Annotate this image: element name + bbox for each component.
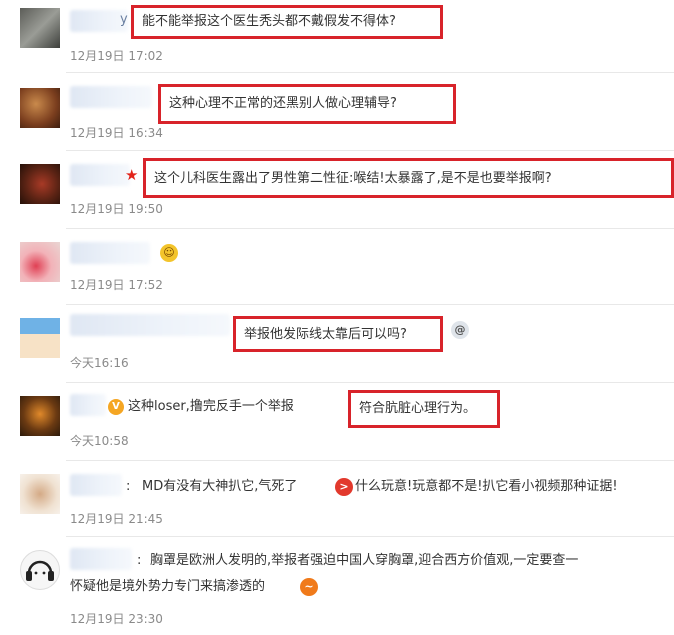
- avatar[interactable]: [20, 242, 60, 282]
- comment-item: ☺ 12月19日 17:52: [0, 228, 674, 304]
- comment-item: : MD有没有大神扒它,气死了 >< 什么玩意!玩意都不是!扒它看小视频那种证据…: [0, 460, 674, 536]
- avatar[interactable]: [20, 550, 60, 590]
- comment-text-highlighted: 符合肮脏心理行为。: [348, 390, 500, 428]
- username-suffix[interactable]: y: [120, 12, 128, 27]
- comment-text-line2: 怀疑他是境外势力专门来搞渗透的: [70, 579, 266, 594]
- smug-emoji-icon: ~: [300, 578, 318, 596]
- comment-text: 这种loser,撸完反手一个举报: [128, 399, 294, 414]
- comment-time: 12月19日 19:50: [70, 202, 163, 216]
- comment-text: MD有没有大神扒它,气死了: [142, 479, 298, 494]
- comment-time: 12月19日 21:45: [70, 512, 163, 526]
- username[interactable]: [70, 314, 230, 336]
- username[interactable]: [70, 86, 152, 108]
- comment-text-continued: 什么玩意!玩意都不是!扒它看小视频那种证据!: [355, 479, 618, 494]
- avatar[interactable]: [20, 396, 60, 436]
- dizzy-emoji-icon: @: [451, 321, 469, 339]
- avatar[interactable]: [20, 8, 60, 48]
- colon-separator: :: [126, 479, 131, 494]
- username[interactable]: [70, 548, 132, 570]
- comment-item: 举报他发际线太靠后可以吗? @ 今天16:16: [0, 304, 674, 382]
- comment-text-highlighted: 这个儿科医生露出了男性第二性征:喉结!太暴露了,是不是也要举报啊?: [143, 158, 674, 198]
- username[interactable]: [70, 164, 130, 186]
- verified-badge-icon: V: [108, 399, 124, 415]
- comment-item: 这种心理不正常的还黑别人做心理辅导? 12月19日 16:34: [0, 72, 674, 152]
- comment-text-highlighted: 能不能举报这个医生秃头都不戴假发不得体?: [131, 5, 443, 39]
- comment-item: V 这种loser,撸完反手一个举报 符合肮脏心理行为。 今天10:58: [0, 382, 674, 460]
- username[interactable]: [70, 394, 106, 416]
- comment-time: 12月19日 17:02: [70, 49, 163, 63]
- comment-item: : 胸罩是欧洲人发明的,举报者强迫中国人穿胸罩,迎合西方价值观,一定要查一 怀疑…: [0, 536, 674, 635]
- comment-time: 今天10:58: [70, 434, 129, 448]
- comment-item: ★ 这个儿科医生露出了男性第二性征:喉结!太暴露了,是不是也要举报啊? 12月1…: [0, 150, 674, 230]
- star-icon: ★: [125, 166, 139, 184]
- comment-text-highlighted: 这种心理不正常的还黑别人做心理辅导?: [158, 84, 456, 124]
- headphone-icon: [26, 560, 54, 581]
- angry-emoji-icon: ><: [335, 478, 353, 511]
- avatar[interactable]: [20, 474, 60, 514]
- comment-time: 12月19日 17:52: [70, 278, 163, 292]
- avatar[interactable]: [20, 88, 60, 128]
- comment-item: y 能不能举报这个医生秃头都不戴假发不得体? 12月19日 17:02: [0, 0, 674, 72]
- laughing-emoji-icon: ☺: [160, 244, 178, 262]
- username[interactable]: [70, 242, 150, 264]
- username[interactable]: [70, 474, 122, 496]
- comment-time: 今天16:16: [70, 356, 129, 370]
- avatar[interactable]: [20, 164, 60, 204]
- colon-separator: :: [137, 553, 142, 568]
- comment-time: 12月19日 23:30: [70, 612, 163, 626]
- avatar[interactable]: [20, 318, 60, 358]
- comment-text: 胸罩是欧洲人发明的,举报者强迫中国人穿胸罩,迎合西方价值观,一定要查一: [150, 553, 579, 568]
- comment-time: 12月19日 16:34: [70, 126, 163, 140]
- comment-text-highlighted: 举报他发际线太靠后可以吗?: [233, 316, 443, 352]
